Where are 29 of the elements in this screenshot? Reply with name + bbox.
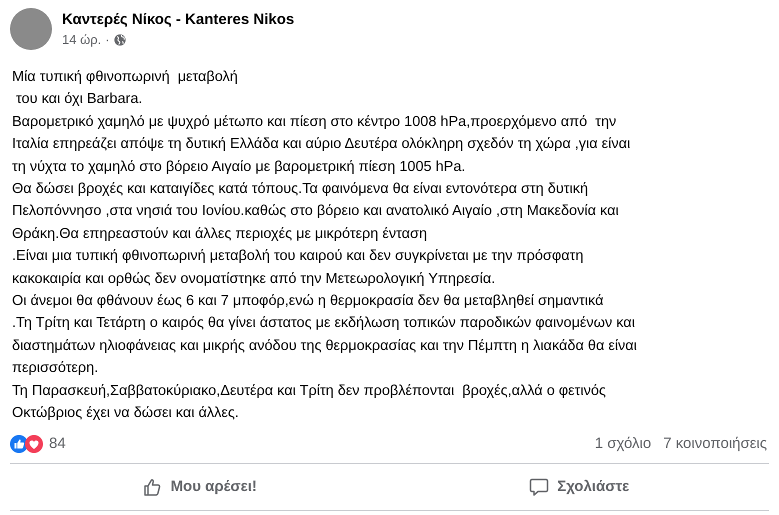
post-text-line: Οκτώβριος έχει να δώσει και άλλες. <box>12 404 240 424</box>
heart-reaction-icon[interactable] <box>25 434 43 452</box>
separator-dot: · <box>105 32 110 47</box>
shares-count-link[interactable]: 7 κοινοποιήσεις <box>663 435 767 452</box>
post-text-line: κακοκαιρία και ορθώς δεν ονοματίστηκε από την Μετεωρολογική Υπηρεσία. <box>12 270 496 289</box>
post-text-line: διαστημάτων ηλιοφάνειας και μικρής ανόδου της θερμοκρασίας και την Πέμπτη η λιακάδα θα είναι <box>12 336 638 356</box>
post-text-line: Ιταλία επηρεάζει απόψε τη δυτική Ελλάδα και αύριο Δευτέρα ολόκληρη σχεδόν τη χώρα ,για είναι <box>12 135 632 154</box>
post-text-line: περισσότερη. <box>12 359 100 378</box>
like-button[interactable]: Μου αρέσει! <box>10 468 390 506</box>
author-name-link[interactable]: Καντερές Νίκος - Kanteres Nikos <box>62 11 294 28</box>
post-text-line: Τη Παρασκευή,Σαββατοκύριακο,Δευτέρα και Τρίτη δεν προβλέπονται βροχές,αλλά ο φετινός <box>12 382 607 401</box>
comment-button[interactable]: Σχολιάστε <box>390 468 769 506</box>
post-text-line: Πελοπόννησο ,στα νησιά του Ιονίου.καθώς στο βόρειο και ανατολικό Αιγαίο ,στη Μακεδονία και <box>12 202 620 222</box>
post-text-line: Θράκη.Θα επηρεαστούν και άλλες περιοχές με μικρότερη ένταση <box>12 224 428 244</box>
post-text-line: .Τη Τρίτη και Τετάρτη ο καιρός θα γίνει άστατος με εκδήλωση τοπικών παροδικών φαινομένων και <box>12 314 636 334</box>
post-text-line: Μία τυπική φθινοπωρινή μεταβολή <box>12 68 239 87</box>
post-text-line: Βαρομετρικό χαμηλό με ψυχρό μέτωπο και πίεση στο κέντρο 1008 hPa,προερχόμενο από την <box>12 112 618 132</box>
reaction-count[interactable]: 84 <box>49 435 66 452</box>
post-text-line: Οι άνεμοι θα φθάνουν έως 6 και 7 μποφόρ,ενώ η θερμοκρασία δεν θα μεταβληθεί σημαντικά <box>12 292 604 312</box>
post-text-line: Θα δώσει βροχές και καταιγίδες κατά τόπους.Τα φαινόμενα θα είναι εντονότερα στη δυτική <box>12 180 590 200</box>
globe-icon <box>114 34 126 46</box>
comments-count-link[interactable]: 1 σχόλιο <box>594 435 652 452</box>
post-text-line: του και όχι Barbara. <box>15 90 144 110</box>
speech-bubble-icon <box>529 476 550 496</box>
post-text-line: τη νύχτα το χαμηλό στο βόρειο Αιγαίο με βαρομετρική πίεση 1005 hPa. <box>12 158 466 177</box>
avatar-photo-placeholder[interactable] <box>10 8 52 50</box>
thumbs-up-icon <box>142 476 163 496</box>
post-time[interactable]: 14 ώρ. <box>62 32 102 47</box>
post-text-line: .Είναι μια τυπική φθινοπωρινή μεταβολή του καιρού και δεν συγκρίνεται με την πρόσφατη <box>12 247 584 266</box>
